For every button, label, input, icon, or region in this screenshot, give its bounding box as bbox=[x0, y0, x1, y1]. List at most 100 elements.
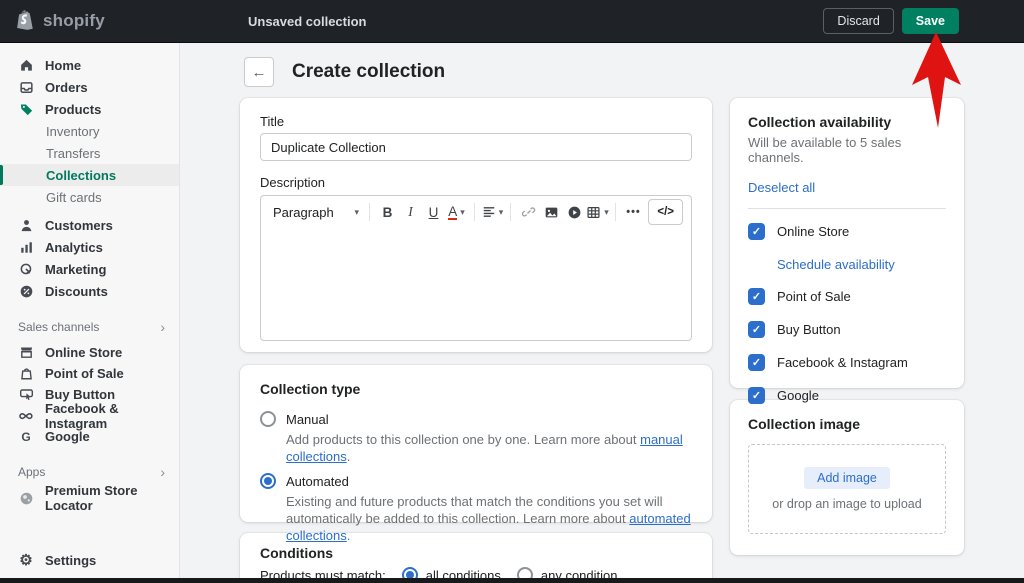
discard-button[interactable]: Discard bbox=[823, 8, 893, 34]
manual-radio-row[interactable]: Manual bbox=[260, 411, 692, 427]
title-input[interactable] bbox=[260, 133, 692, 161]
code-view-button[interactable]: </> bbox=[648, 199, 683, 225]
collection-image-card: Collection image Add image or drop an im… bbox=[730, 400, 964, 555]
apps-header[interactable]: Apps › bbox=[0, 463, 179, 481]
sidebar-item-discounts[interactable]: Discounts bbox=[0, 280, 179, 302]
sidebar-item-analytics[interactable]: Analytics bbox=[0, 236, 179, 258]
chevron-right-icon: › bbox=[160, 319, 165, 335]
chevron-down-icon: ▾ bbox=[604, 207, 609, 218]
collection-image-heading: Collection image bbox=[748, 416, 946, 432]
chevron-down-icon: ▾ bbox=[460, 207, 465, 218]
sidebar-channel-point-of-sale[interactable]: Point of Sale bbox=[0, 363, 179, 384]
sidebar-channel-facebook-instagram[interactable]: Facebook & Instagram bbox=[0, 405, 179, 426]
alignment-button[interactable]: ▾ bbox=[481, 199, 504, 225]
bold-button[interactable]: B bbox=[376, 199, 399, 225]
sidebar-item-products[interactable]: Products bbox=[0, 98, 179, 120]
analytics-bars-icon bbox=[18, 239, 34, 255]
title-label: Title bbox=[260, 114, 692, 129]
link-button[interactable] bbox=[517, 199, 540, 225]
sidebar-subitem-inventory[interactable]: Inventory bbox=[0, 120, 179, 142]
main-content: ← Create collection Title Description Pa… bbox=[180, 42, 1024, 583]
chevron-down-icon: ▾ bbox=[354, 207, 359, 218]
shopify-wordmark: shopify bbox=[43, 11, 105, 31]
customers-icon bbox=[18, 217, 34, 233]
channel-row-point-of-sale: ✓ Point of Sale bbox=[748, 288, 946, 305]
manual-description: Add products to this collection one by o… bbox=[286, 431, 692, 465]
sidebar-item-orders[interactable]: Orders bbox=[0, 76, 179, 98]
sidebar-item-customers[interactable]: Customers bbox=[0, 214, 179, 236]
availability-heading: Collection availability bbox=[748, 114, 946, 130]
page-header: ← Create collection bbox=[244, 57, 445, 87]
home-icon bbox=[18, 57, 34, 73]
insert-image-button[interactable] bbox=[540, 199, 563, 225]
collection-type-heading: Collection type bbox=[260, 381, 692, 397]
facebook-instagram-checkbox[interactable]: ✓ bbox=[748, 354, 765, 371]
conditions-heading: Conditions bbox=[260, 545, 692, 561]
marketing-icon bbox=[18, 261, 34, 277]
sidebar-channel-online-store[interactable]: Online Store bbox=[0, 342, 179, 363]
point-of-sale-checkbox[interactable]: ✓ bbox=[748, 288, 765, 305]
text-color-button[interactable]: A ▾ bbox=[445, 199, 468, 225]
underline-button[interactable]: U bbox=[422, 199, 445, 225]
save-button[interactable]: Save bbox=[902, 8, 959, 34]
automated-radio[interactable] bbox=[260, 473, 276, 489]
check-icon: ✓ bbox=[752, 323, 761, 336]
add-image-button[interactable]: Add image bbox=[804, 467, 890, 489]
editor-toolbar: Paragraph ▾ B I U A ▾ ▾ bbox=[261, 196, 691, 228]
back-button[interactable]: ← bbox=[244, 57, 274, 87]
topbar: shopify Unsaved collection Discard Save bbox=[0, 0, 1024, 42]
channel-row-online-store: ✓ Online Store bbox=[748, 223, 946, 240]
channel-row-buy-button: ✓ Buy Button bbox=[748, 321, 946, 338]
collection-availability-card: Collection availability Will be availabl… bbox=[730, 98, 964, 388]
drop-image-hint: or drop an image to upload bbox=[772, 497, 921, 511]
orders-icon bbox=[18, 79, 34, 95]
sidebar-navigation: Home Orders Products Inventory Transfers… bbox=[0, 42, 180, 583]
sidebar-item-settings[interactable]: ⚙ Settings bbox=[0, 549, 179, 571]
point-of-sale-icon bbox=[18, 366, 34, 382]
google-g-icon: G bbox=[18, 429, 34, 445]
sidebar-subitem-transfers[interactable]: Transfers bbox=[0, 142, 179, 164]
sidebar-item-marketing[interactable]: Marketing bbox=[0, 258, 179, 280]
description-textarea[interactable] bbox=[261, 228, 691, 340]
insert-table-button[interactable]: ▾ bbox=[586, 199, 609, 225]
shopify-bag-icon bbox=[16, 10, 36, 32]
buy-button-checkbox[interactable]: ✓ bbox=[748, 321, 765, 338]
manual-radio[interactable] bbox=[260, 411, 276, 427]
sidebar-app-premium-store-locator[interactable]: Premium Store Locator bbox=[0, 487, 179, 509]
schedule-availability-link[interactable]: Schedule availability bbox=[777, 257, 895, 272]
chevron-right-icon: › bbox=[160, 464, 165, 480]
premium-store-locator-icon bbox=[18, 490, 34, 506]
check-icon: ✓ bbox=[752, 356, 761, 369]
collection-type-card: Collection type Manual Add products to t… bbox=[240, 365, 712, 522]
shopify-logo[interactable]: shopify bbox=[0, 10, 180, 32]
channel-row-facebook-instagram: ✓ Facebook & Instagram bbox=[748, 354, 946, 371]
online-store-checkbox[interactable]: ✓ bbox=[748, 223, 765, 240]
chevron-down-icon: ▾ bbox=[499, 207, 504, 218]
italic-button[interactable]: I bbox=[399, 199, 422, 225]
description-label: Description bbox=[260, 175, 692, 190]
buy-button-icon bbox=[18, 387, 34, 403]
page-title: Create collection bbox=[292, 61, 445, 83]
sidebar-subitem-collections[interactable]: Collections bbox=[0, 164, 179, 186]
more-options-button[interactable]: ••• bbox=[622, 199, 645, 225]
insert-video-button[interactable] bbox=[563, 199, 586, 225]
google-checkbox[interactable]: ✓ bbox=[748, 387, 765, 404]
sidebar-item-home[interactable]: Home bbox=[0, 54, 179, 76]
gear-icon: ⚙ bbox=[18, 551, 34, 569]
check-icon: ✓ bbox=[752, 290, 761, 303]
image-dropzone[interactable]: Add image or drop an image to upload bbox=[748, 444, 946, 534]
sidebar-subitem-gift-cards[interactable]: Gift cards bbox=[0, 186, 179, 208]
discounts-percent-icon bbox=[18, 283, 34, 299]
divider bbox=[748, 208, 946, 209]
online-store-icon bbox=[18, 345, 34, 361]
automated-radio-row[interactable]: Automated bbox=[260, 473, 692, 489]
topbar-context-title: Unsaved collection bbox=[248, 14, 366, 29]
deselect-all-link[interactable]: Deselect all bbox=[748, 180, 815, 195]
description-editor[interactable]: Paragraph ▾ B I U A ▾ ▾ bbox=[260, 195, 692, 341]
availability-subtext: Will be available to 5 sales channels. bbox=[748, 135, 946, 165]
sales-channels-header[interactable]: Sales channels › bbox=[0, 318, 179, 336]
paragraph-style-dropdown[interactable]: Paragraph ▾ bbox=[269, 205, 363, 220]
topbar-actions: Discard Save bbox=[823, 8, 959, 34]
products-tag-icon bbox=[18, 101, 34, 117]
check-icon: ✓ bbox=[752, 389, 761, 402]
